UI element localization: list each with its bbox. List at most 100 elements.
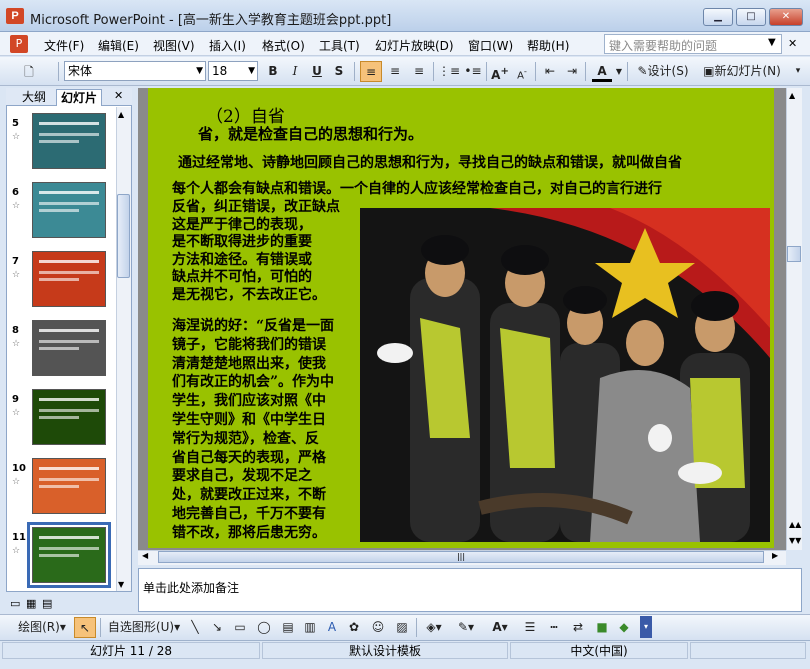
tab-outline[interactable]: 大纲	[18, 89, 50, 106]
font-color-button[interactable]: A	[592, 61, 612, 82]
font-size-select[interactable]: 18 ▼	[208, 61, 258, 81]
scroll-left-icon[interactable]: ◀	[142, 551, 148, 560]
slide-canvas[interactable]: （2）自省 省，就是检查自己的思想和行为。 通过经常地、诗静地回顾自己的思想和行…	[148, 88, 774, 548]
slide-paragraph-1: 通过经常地、诗静地回顾自己的思想和行为，寻找自己的缺点和错误，就叫做自省	[178, 155, 682, 171]
next-slide-icon[interactable]: ▼▼	[789, 536, 801, 545]
dash-style-icon[interactable]: ┅	[544, 617, 564, 638]
slide-thumbnail-number: 9	[12, 394, 19, 405]
horizontal-scroll-thumb[interactable]: |||	[158, 551, 764, 563]
thumbnail-scroll-thumb[interactable]	[117, 194, 130, 278]
menu-file[interactable]: 文件(F)	[44, 37, 84, 54]
3d-style-icon[interactable]: ◆	[614, 617, 634, 638]
numbering-button[interactable]: ⋮≡	[438, 61, 460, 82]
italic-button[interactable]: I	[286, 61, 304, 82]
close-button[interactable]: ✕	[769, 8, 803, 26]
close-document-icon[interactable]: ✕	[788, 37, 797, 50]
close-pane-icon[interactable]: ✕	[114, 89, 123, 102]
toolbar-options-icon[interactable]: ▾	[640, 616, 652, 638]
textbox-icon[interactable]: ▤	[278, 617, 298, 638]
menu-slideshow[interactable]: 幻灯片放映(D)	[375, 37, 454, 54]
slide-thumbnail-number: 6	[12, 187, 19, 198]
scroll-down-icon[interactable]: ▼	[118, 580, 124, 589]
scroll-up-icon[interactable]: ▲	[118, 110, 124, 119]
clipart-icon[interactable]: ☺	[368, 617, 388, 638]
decrease-indent-button[interactable]: ⇤	[540, 61, 560, 82]
normal-view-icon[interactable]: ▭	[10, 597, 20, 610]
scroll-right-icon[interactable]: ▶	[772, 551, 778, 560]
vertical-textbox-icon[interactable]: ▥	[300, 617, 320, 638]
menu-window[interactable]: 窗口(W)	[468, 37, 513, 54]
slide-thumbnail-number: 8	[12, 325, 19, 336]
slide-thumbnail[interactable]	[32, 458, 106, 514]
slide-sorter-icon[interactable]: ▦	[26, 597, 36, 610]
design-button[interactable]: ✎设计(S)	[632, 61, 694, 82]
menu-view[interactable]: 视图(V)	[153, 37, 195, 54]
picture-icon[interactable]: ▨	[392, 617, 412, 638]
rectangle-icon[interactable]: ▭	[230, 617, 250, 638]
new-slide-button[interactable]: ▣新幻灯片(N)	[698, 61, 786, 82]
slide-vertical-scrollbar[interactable]	[786, 88, 802, 550]
slide-thumbnail-number: 5	[12, 118, 19, 129]
line-style-icon[interactable]: ☰	[520, 617, 540, 638]
scroll-up-icon[interactable]: ▲	[789, 91, 795, 100]
language-status: 中文(中国)	[510, 642, 688, 659]
animation-star-icon: ☆	[12, 270, 21, 280]
bullets-button[interactable]: •≡	[462, 61, 484, 82]
new-document-icon[interactable]: 🗋	[18, 62, 40, 83]
slide-thumbnail[interactable]	[32, 320, 106, 376]
bold-button[interactable]: B	[264, 61, 282, 82]
minimize-button[interactable]: ▁	[703, 8, 733, 26]
menu-edit[interactable]: 编辑(E)	[98, 37, 139, 54]
shadow-button[interactable]: S	[330, 61, 348, 82]
animation-star-icon: ☆	[12, 408, 21, 418]
previous-slide-icon[interactable]: ▲▲	[789, 520, 801, 529]
thumbnail-scrollbar[interactable]	[116, 107, 131, 591]
font-color-icon[interactable]: A▾	[486, 617, 514, 638]
line-color-icon[interactable]: ✎▾	[452, 617, 480, 638]
slide-thumbnail[interactable]	[32, 389, 106, 445]
maximize-button[interactable]: □	[736, 8, 766, 26]
chevron-down-icon[interactable]: ▼	[614, 61, 624, 82]
tab-slides[interactable]: 幻灯片	[56, 89, 103, 106]
wordart-icon[interactable]: A	[322, 617, 342, 638]
arrow-icon[interactable]: ↘	[208, 617, 226, 638]
menu-help[interactable]: 帮助(H)	[527, 37, 569, 54]
increase-font-button[interactable]: A+	[490, 61, 510, 82]
help-search-input[interactable]: 键入需要帮助的问题	[604, 34, 782, 54]
menu-format[interactable]: 格式(O)	[262, 37, 305, 54]
slide-thumbnail[interactable]	[32, 113, 106, 169]
notes-pane[interactable]: 单击此处添加备注	[138, 568, 802, 612]
slide-thumbnail[interactable]	[32, 182, 106, 238]
line-icon[interactable]: ╲	[186, 617, 204, 638]
menu-insert[interactable]: 插入(I)	[209, 37, 246, 54]
draw-label: 绘图(R)	[18, 620, 60, 634]
draw-menu-button[interactable]: 绘图(R)▾	[12, 617, 72, 638]
autoshapes-button[interactable]: 自选图形(U)▾	[104, 617, 184, 638]
new-slide-icon: ▣	[703, 64, 715, 78]
document-icon[interactable]: P	[10, 35, 28, 53]
slide-paragraph-2: 每个人都会有缺点和错误。一个自律的人应该经常检查自己，对自己的言行进行	[172, 181, 662, 197]
fill-color-icon[interactable]: ◈▾	[420, 617, 448, 638]
underline-button[interactable]: U	[308, 61, 326, 82]
font-select[interactable]: 宋体 ▼	[64, 61, 206, 81]
chevron-down-icon: ▼	[196, 66, 203, 76]
slide-thumbnail[interactable]	[27, 522, 111, 588]
decrease-font-button[interactable]: A-	[512, 61, 532, 82]
slideshow-icon[interactable]: ▤	[42, 597, 52, 610]
align-right-button[interactable]: ≡	[408, 61, 430, 82]
align-center-button[interactable]: ≡	[384, 61, 406, 82]
autoshapes-label: 自选图形(U)	[107, 620, 175, 634]
toolbar-options-icon[interactable]: ▾	[792, 61, 804, 82]
shadow-style-icon[interactable]: ■	[592, 617, 612, 638]
increase-indent-button[interactable]: ⇥	[562, 61, 582, 82]
select-pointer-icon[interactable]: ↖	[74, 617, 96, 638]
slide-scroll-thumb[interactable]	[787, 246, 801, 262]
arrow-style-icon[interactable]: ⇄	[568, 617, 588, 638]
align-left-button[interactable]: ≡	[360, 61, 382, 82]
slide-thumbnail[interactable]	[32, 251, 106, 307]
animation-star-icon: ☆	[12, 477, 21, 487]
chevron-down-icon[interactable]: ▼	[768, 37, 776, 48]
menu-tools[interactable]: 工具(T)	[319, 37, 360, 54]
diagram-icon[interactable]: ✿	[344, 617, 364, 638]
oval-icon[interactable]: ◯	[254, 617, 274, 638]
